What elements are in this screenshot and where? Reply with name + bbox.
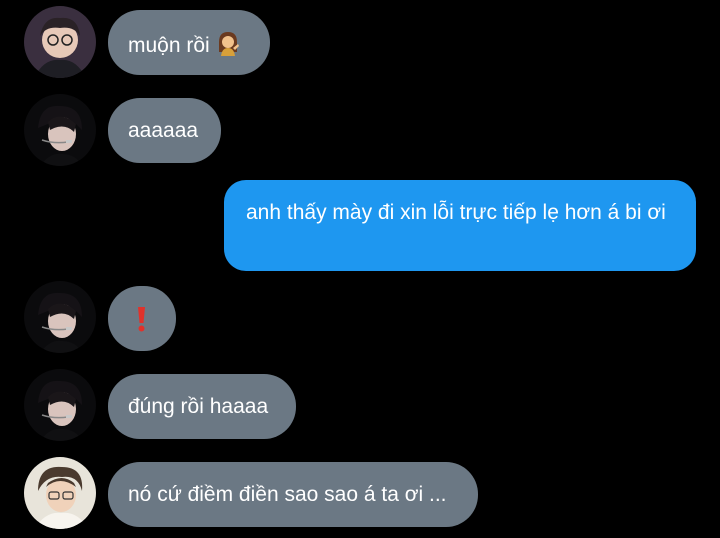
message-bubble-incoming[interactable]: đúng rồi haaaa [108, 374, 296, 439]
message-text: muộn rồi [128, 34, 210, 57]
message-text: nó cứ điềm điền sao sao á ta ơi ... [128, 483, 447, 506]
message-text: anh thấy mày đi xin lỗi trực tiếp lẹ hơn… [246, 201, 666, 224]
avatar-user-b[interactable] [24, 94, 96, 166]
message-text: đúng rồi haaaa [128, 395, 269, 418]
avatar-user-a[interactable] [24, 6, 96, 78]
message-bubble-incoming[interactable] [108, 286, 176, 351]
message-bubble-incoming[interactable]: aaaaaa [108, 98, 221, 163]
message-text: aaaaaa [128, 119, 199, 142]
avatar-user-c[interactable] [24, 457, 96, 529]
message-bubble-incoming[interactable]: muộn rồi [108, 10, 270, 75]
message-bubble-incoming[interactable]: nó cứ điềm điền sao sao á ta ơi ... [108, 462, 478, 527]
avatar-user-b[interactable] [24, 369, 96, 441]
woman-tipping-hand-emoji-icon [216, 30, 240, 63]
exclamation-mark-emoji-icon [137, 306, 146, 339]
message-bubble-outgoing[interactable]: anh thấy mày đi xin lỗi trực tiếp lẹ hơn… [224, 180, 696, 271]
avatar-user-b[interactable] [24, 281, 96, 353]
